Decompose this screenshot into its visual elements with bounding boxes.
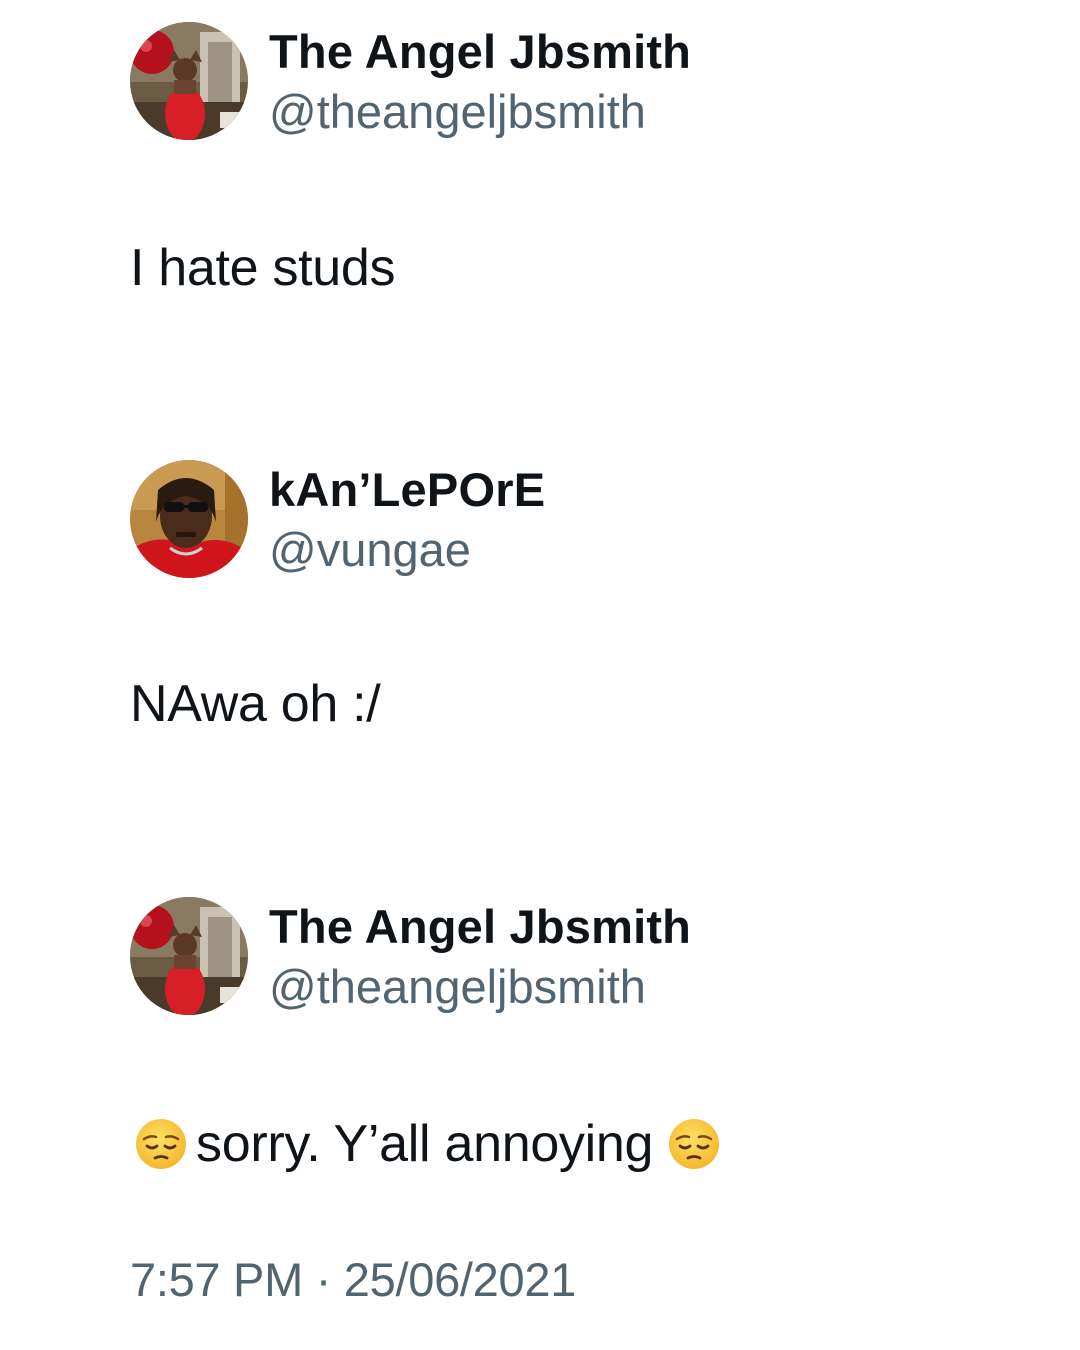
user-handle[interactable]: @theangeljbsmith xyxy=(269,86,646,138)
display-name[interactable]: kAn’LePOrE xyxy=(269,464,545,516)
user-handle[interactable]: @vungae xyxy=(269,524,471,576)
avatar[interactable] xyxy=(130,897,248,1015)
tweet-text: sorry. Y’all annoying xyxy=(196,1115,654,1173)
avatar-photo xyxy=(130,897,248,1015)
display-name[interactable]: The Angel Jbsmith xyxy=(269,26,691,78)
post: kAn’LePOrE @vungae NAwa oh :/ xyxy=(130,460,1030,733)
post-header: kAn’LePOrE @vungae xyxy=(130,460,1030,580)
pensive-face-icon xyxy=(669,1119,720,1169)
avatar[interactable] xyxy=(130,460,248,578)
post-header: The Angel Jbsmith @theangeljbsmith xyxy=(130,22,1030,142)
pensive-face-icon xyxy=(136,1119,186,1169)
avatar-photo xyxy=(130,460,248,578)
display-name[interactable]: The Angel Jbsmith xyxy=(269,901,691,953)
post: The Angel Jbsmith @theangeljbsmith sorry… xyxy=(130,897,1030,1173)
post-timestamp[interactable]: 7:57 PM · 25/06/2021 xyxy=(130,1252,576,1308)
tweet-text-row: sorry. Y’all annoying xyxy=(130,1112,721,1176)
post-header: The Angel Jbsmith @theangeljbsmith xyxy=(130,897,1030,1017)
user-handle[interactable]: @theangeljbsmith xyxy=(269,961,646,1013)
tweet-text: I hate studs xyxy=(130,239,396,297)
avatar-photo xyxy=(130,22,248,140)
tweet-text: NAwa oh :/ xyxy=(130,675,381,733)
post: The Angel Jbsmith @theangeljbsmith I hat… xyxy=(130,22,1030,297)
avatar[interactable] xyxy=(130,22,248,140)
